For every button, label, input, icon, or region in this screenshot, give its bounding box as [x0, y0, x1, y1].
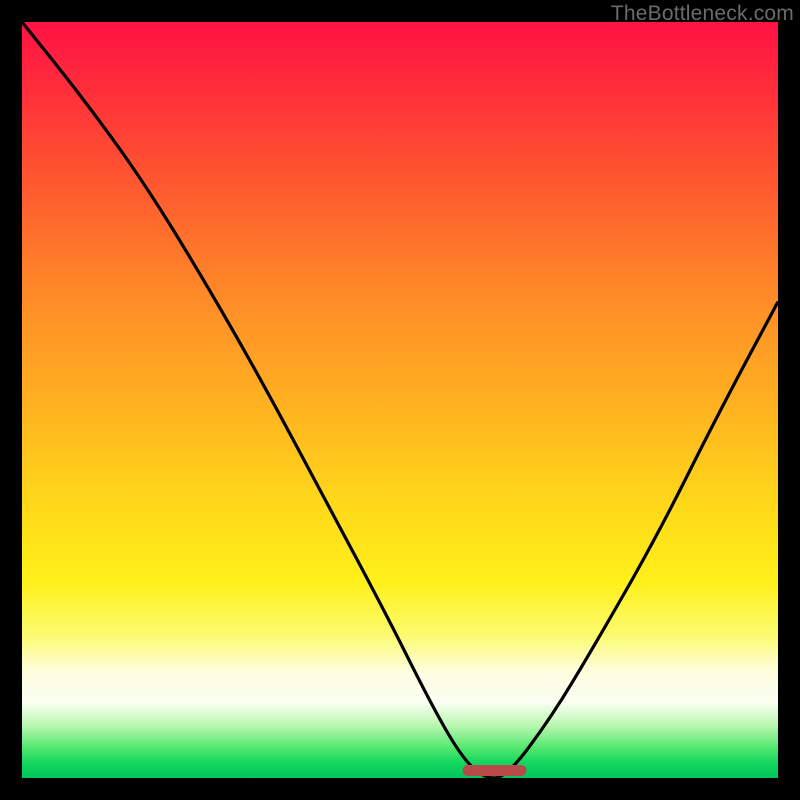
chart-frame: TheBottleneck.com [0, 0, 800, 800]
plot-area [22, 22, 778, 778]
curve-svg [22, 22, 778, 778]
bottleneck-curve [22, 22, 778, 778]
